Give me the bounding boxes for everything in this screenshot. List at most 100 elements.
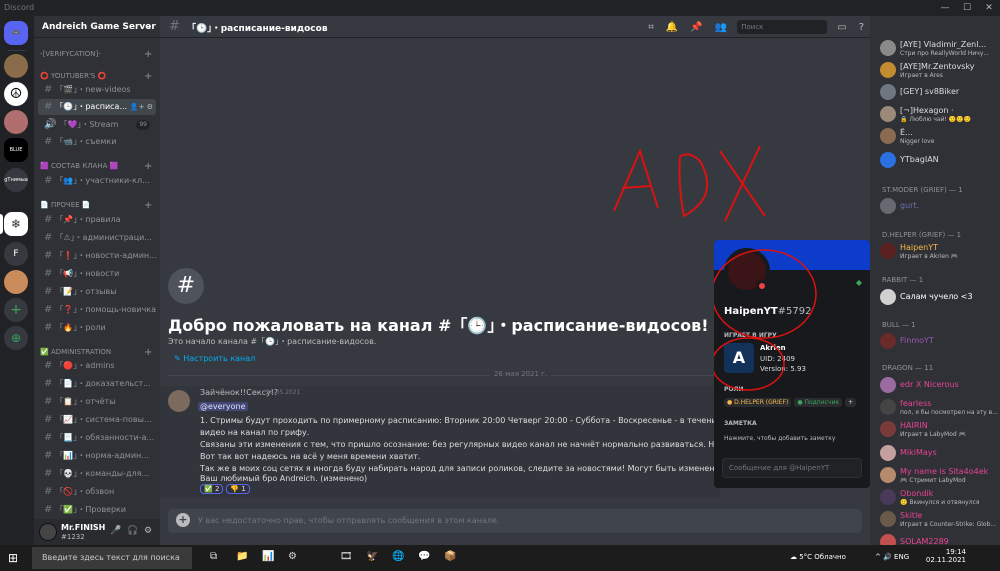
settings-app-icon[interactable]: ⚙ [288,551,297,562]
taskbar-search-input[interactable]: Введите здесь текст для поиска [32,547,192,569]
gear-icon[interactable]: ⚙ [144,526,152,536]
file-explorer-icon[interactable]: 📁 [236,551,248,562]
channel-item[interactable]: # 「📄」・доказательст... [38,376,156,392]
bell-icon[interactable]: 🔔 [666,22,678,33]
avatar[interactable] [168,390,190,412]
channel-item[interactable]: # 「📊」・норма-админ... [38,448,156,464]
channel-item[interactable]: # 「✅」・Проверки [38,502,156,518]
discord-taskbar-icon[interactable]: 💬 [418,551,430,562]
member-item[interactable]: [GEY] sv8Biker [880,82,1000,102]
member-item[interactable]: HaipenYT Играет в Akrien 🎮 [880,241,1000,261]
clock[interactable]: 19:14 02.11.2021 [926,548,966,564]
channel-item[interactable]: # 「❗」・новости-админ... [38,248,156,264]
member-item[interactable]: FinmoYT [880,331,1000,351]
add-channel-icon[interactable]: + [144,200,152,211]
member-item[interactable]: [AYE]Mr.Zentovsky Играет в Ares [880,60,1000,80]
channel-item[interactable]: # 「📌」・правила [38,212,156,228]
add-channel-icon[interactable]: + [144,49,152,60]
channel-item[interactable]: # 「⚠」・администраци... [38,230,156,246]
member-item[interactable]: fearless пол, я бы посмотрел на эту в... [880,397,1000,417]
task-view-icon[interactable]: ⧉ [210,551,217,562]
channel-settings-icons[interactable]: 👤+ ⚙ [130,99,153,115]
server-icon[interactable]: ☮ [4,82,28,106]
server-header[interactable]: Andreich Game Server ⌄ [34,16,160,38]
channel-item-selected[interactable]: # 「🕒」・расписа... 👤+ ⚙ [38,99,156,115]
minimize-button[interactable]: — [934,0,956,16]
channel-item[interactable]: # 「🚫」・обзвон [38,484,156,500]
note-field[interactable]: Нажмите, чтобы добавить заметку [724,435,835,442]
member-item[interactable]: edr X Nicerous [880,375,1000,395]
weather-widget[interactable]: ☁ 5°C Облачно [790,553,846,561]
home-icon[interactable]: 🎮 [4,21,28,45]
help-icon[interactable]: ? [859,22,864,33]
system-tray[interactable]: ^ 🔊 ENG [875,553,909,561]
channel-item[interactable]: # 「💀」・команды-для... [38,466,156,482]
message-composer[interactable]: + У вас недостаточно прав, чтобы отправл… [168,509,862,533]
member-item[interactable]: [AYE] Vladimir_Zenl... Стри про ReallyWor… [880,38,1000,58]
channel-item[interactable]: # 「🔥」・роли [38,320,156,336]
app-icon[interactable]: 📦 [444,551,456,562]
add-channel-icon[interactable]: + [144,161,152,172]
channel-category[interactable]: ✅ ADMINISTRATION + [40,347,152,358]
channel-category[interactable]: ⭕ YOUTUBER'S ⭕ + [40,71,152,82]
channel-item[interactable]: # 「❓」・помощь-новичкам [38,302,156,318]
attach-plus-icon[interactable]: + [176,513,190,527]
chrome-icon[interactable]: 🌐 [392,551,404,562]
add-server-icon[interactable]: + [4,298,28,322]
server-icon[interactable] [4,54,28,78]
pin-icon[interactable]: 📌 [690,22,702,33]
member-item[interactable]: Салам чучело <3 [880,287,1000,307]
explore-servers-icon[interactable]: ⊕ [4,326,28,350]
server-icon[interactable]: F [4,242,28,266]
add-role-button[interactable]: + [844,398,857,407]
channel-item[interactable]: 🔊 「💜」・Stream 99 [38,117,156,133]
member-item[interactable]: gurt. [880,196,1000,216]
reaction-check[interactable]: ✅ 2 [200,484,224,494]
member-name: MikiMays [900,448,937,457]
member-item[interactable]: HAIRIN Играет в LabyMod 🎮 [880,419,1000,439]
channel-item[interactable]: # 「📹」・съемки [38,134,156,150]
channel-item[interactable]: # 「📝」・отзывы [38,284,156,300]
member-item[interactable]: MikiMays [880,443,1000,463]
channel-item[interactable]: # 「📃」・обязанности-а... [38,430,156,446]
reaction-thumbs-down[interactable]: 👎 1 [226,484,250,494]
microphone-icon[interactable]: 🎤 [110,526,121,536]
dm-input[interactable]: Сообщение для @HaipenYT [722,458,862,478]
server-icon[interactable] [4,270,28,294]
headset-icon[interactable]: 🎧 [127,526,138,536]
search-input[interactable]: Поиск [737,20,828,34]
channel-category[interactable]: -[VERIFYCATION]- + [40,49,152,60]
spreadsheet-app-icon[interactable]: 📊 [262,551,274,562]
channel-item[interactable]: # 「🎬」・new-videos [38,82,156,98]
member-item[interactable]: Obondik 🙂 Вкинулся и отвянулся [880,487,1000,507]
channel-item[interactable]: # 「📈」・система-повы... [38,412,156,428]
app-icon[interactable]: 🦅 [366,551,378,562]
member-item[interactable]: Skitle Играет в Counter-Strike: Glob... [880,509,1000,529]
channel-item[interactable]: # 「🔴」・admins [38,358,156,374]
member-item[interactable]: [¬]Hexagon · 🔒 Люблю чай! 🙂🙂🙂 [880,104,1000,124]
threads-icon[interactable]: ⌗ [648,22,654,33]
avatar[interactable] [39,523,57,541]
channel-item[interactable]: # 「👥」・участники-кл... [38,173,156,189]
inbox-icon[interactable]: ▭ [837,22,846,33]
members-icon[interactable]: 👥 [715,22,727,33]
add-channel-icon[interactable]: + [144,71,152,82]
member-item[interactable]: Ё... Nigger love [880,126,1000,146]
server-icon[interactable]: gТнимыа [4,168,28,192]
server-icon[interactable] [4,110,28,134]
edit-channel-link[interactable]: ✎ Настроить канал [174,354,255,363]
add-channel-icon[interactable]: + [144,347,152,358]
channel-item[interactable]: # 「📋」・отчёты [38,394,156,410]
maximize-button[interactable]: ☐ [956,0,978,16]
media-app-icon[interactable]: 🎞 [340,551,353,562]
channel-item[interactable]: # 「📢」・новости [38,266,156,282]
server-icon-selected[interactable]: ❄ [4,212,28,236]
windows-start-icon[interactable]: ⊞ [8,551,18,565]
server-icon[interactable]: BLUE [4,138,28,162]
close-button[interactable]: ✕ [978,0,1000,16]
everyone-mention[interactable]: @everyone [198,402,248,411]
channel-category[interactable]: 📄 ПРОЧЕЕ 📄 + [40,200,152,211]
member-item[interactable]: My name is Sita4o4ek 🎮 Стримит LabyMod [880,465,1000,485]
member-item[interactable]: YTbagIAN [880,150,1000,170]
channel-category[interactable]: 🟪 СОСТАВ КЛАНА 🟪 + [40,161,152,172]
